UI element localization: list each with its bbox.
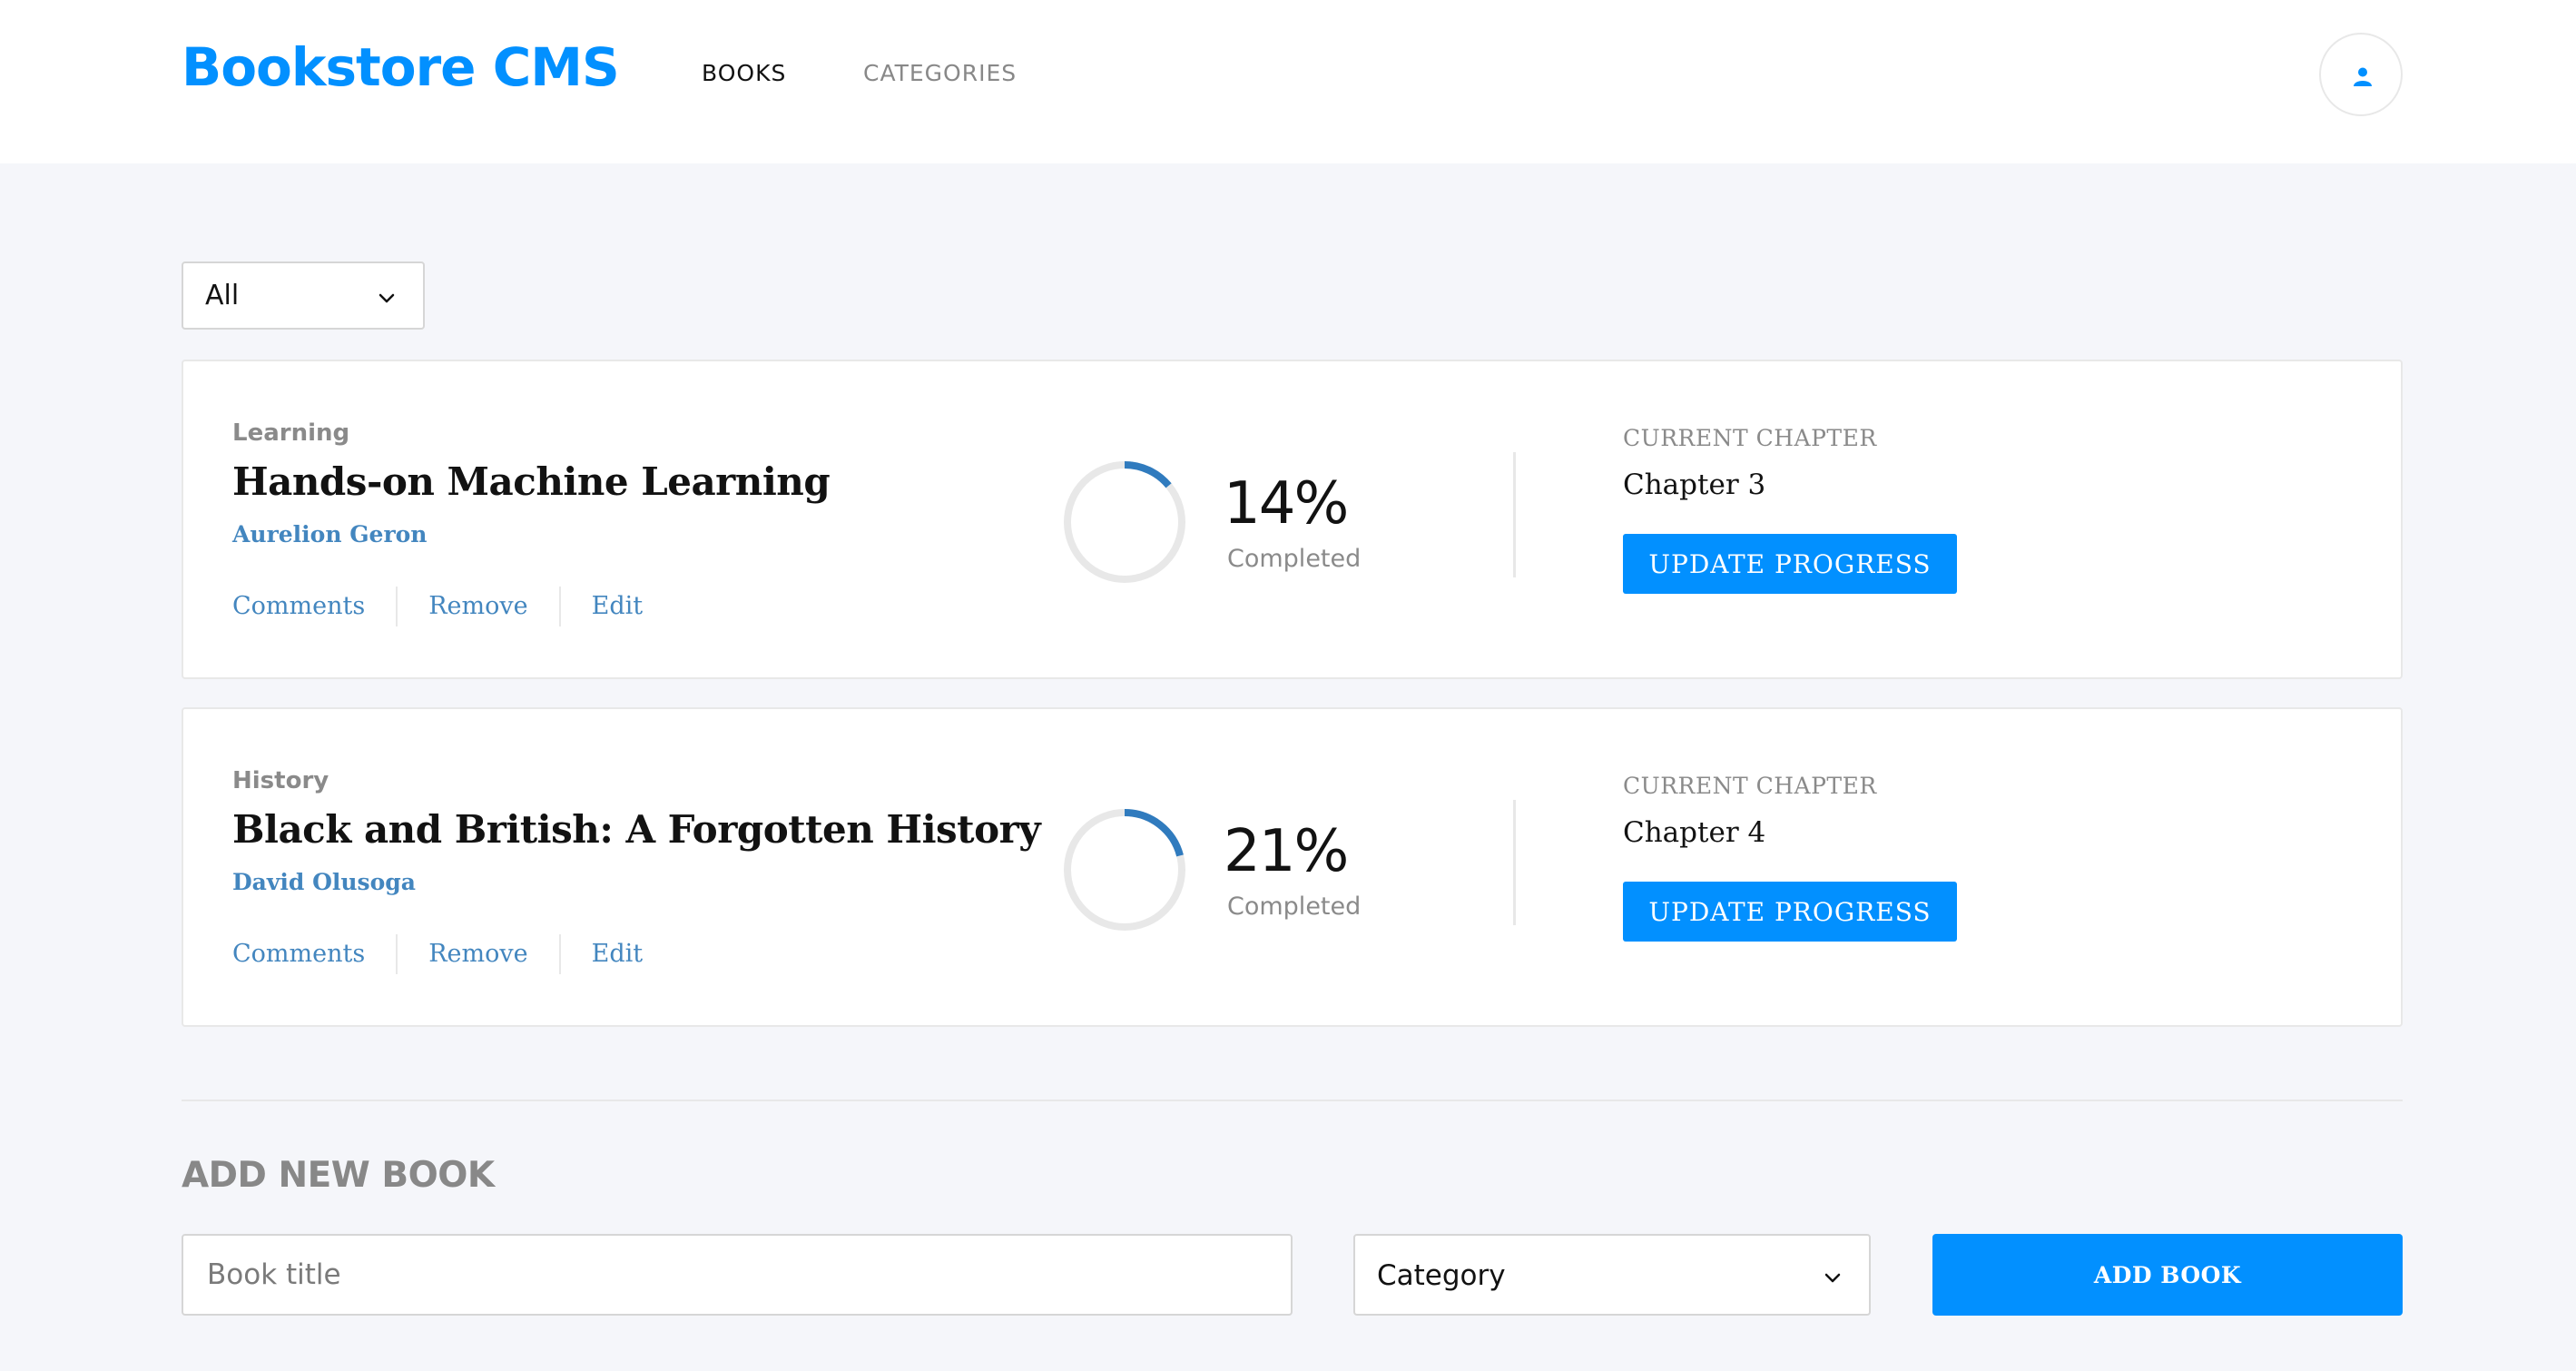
book-author: Aurelion Geron bbox=[232, 521, 428, 547]
book-card: Learning Hands-on Machine Learning Aurel… bbox=[182, 360, 2403, 679]
book-author: David Olusoga bbox=[232, 869, 416, 895]
progress-percent: 21% bbox=[1224, 818, 1349, 885]
book-card: History Black and British: A Forgotten H… bbox=[182, 707, 2403, 1027]
book-title: Black and British: A Forgotten History bbox=[232, 807, 1041, 852]
book-title-input[interactable] bbox=[182, 1234, 1293, 1316]
update-progress-button[interactable]: UPDATE PROGRESS bbox=[1623, 534, 1957, 594]
completed-label: Completed bbox=[1227, 545, 1362, 573]
user-avatar-button[interactable] bbox=[2319, 33, 2403, 116]
book-category: Learning bbox=[232, 419, 350, 447]
chevron-down-icon bbox=[379, 293, 395, 303]
progress-ring bbox=[1064, 809, 1185, 931]
update-progress-button[interactable]: UPDATE PROGRESS bbox=[1623, 882, 1957, 942]
current-chapter-value: Chapter 3 bbox=[1623, 469, 1766, 501]
nav-books[interactable]: BOOKS bbox=[702, 60, 786, 86]
category-select-value: Category bbox=[1377, 1259, 1506, 1292]
section-divider bbox=[182, 1100, 2403, 1101]
current-chapter-value: Chapter 4 bbox=[1623, 816, 1766, 849]
remove-button[interactable]: Remove bbox=[396, 587, 558, 626]
user-icon bbox=[2354, 67, 2372, 86]
current-chapter-label: CURRENT CHAPTER bbox=[1623, 425, 1877, 451]
card-divider bbox=[1513, 452, 1516, 577]
edit-button[interactable]: Edit bbox=[558, 587, 673, 626]
completed-label: Completed bbox=[1227, 893, 1362, 921]
edit-button[interactable]: Edit bbox=[558, 934, 673, 974]
progress-ring bbox=[1064, 461, 1185, 583]
chevron-down-icon bbox=[1824, 1273, 1841, 1283]
comments-button[interactable]: Comments bbox=[232, 934, 396, 974]
app-header: Bookstore CMS BOOKS CATEGORIES bbox=[0, 0, 2576, 163]
current-chapter-label: CURRENT CHAPTER bbox=[1623, 773, 1877, 799]
filter-selected-value: All bbox=[205, 280, 240, 311]
add-book-heading: ADD NEW BOOK bbox=[182, 1155, 495, 1196]
progress-percent: 14% bbox=[1224, 470, 1349, 538]
card-divider bbox=[1513, 800, 1516, 925]
add-book-button[interactable]: ADD BOOK bbox=[1932, 1234, 2403, 1316]
category-filter-select[interactable]: All bbox=[182, 261, 425, 330]
book-actions: Comments Remove Edit bbox=[232, 934, 673, 974]
app-logo[interactable]: Bookstore CMS bbox=[182, 36, 620, 98]
book-category: History bbox=[232, 767, 329, 794]
remove-button[interactable]: Remove bbox=[396, 934, 558, 974]
book-title: Hands-on Machine Learning bbox=[232, 459, 831, 504]
nav-categories[interactable]: CATEGORIES bbox=[863, 60, 1017, 86]
category-select[interactable]: Category bbox=[1353, 1234, 1871, 1316]
book-actions: Comments Remove Edit bbox=[232, 587, 673, 626]
comments-button[interactable]: Comments bbox=[232, 587, 396, 626]
